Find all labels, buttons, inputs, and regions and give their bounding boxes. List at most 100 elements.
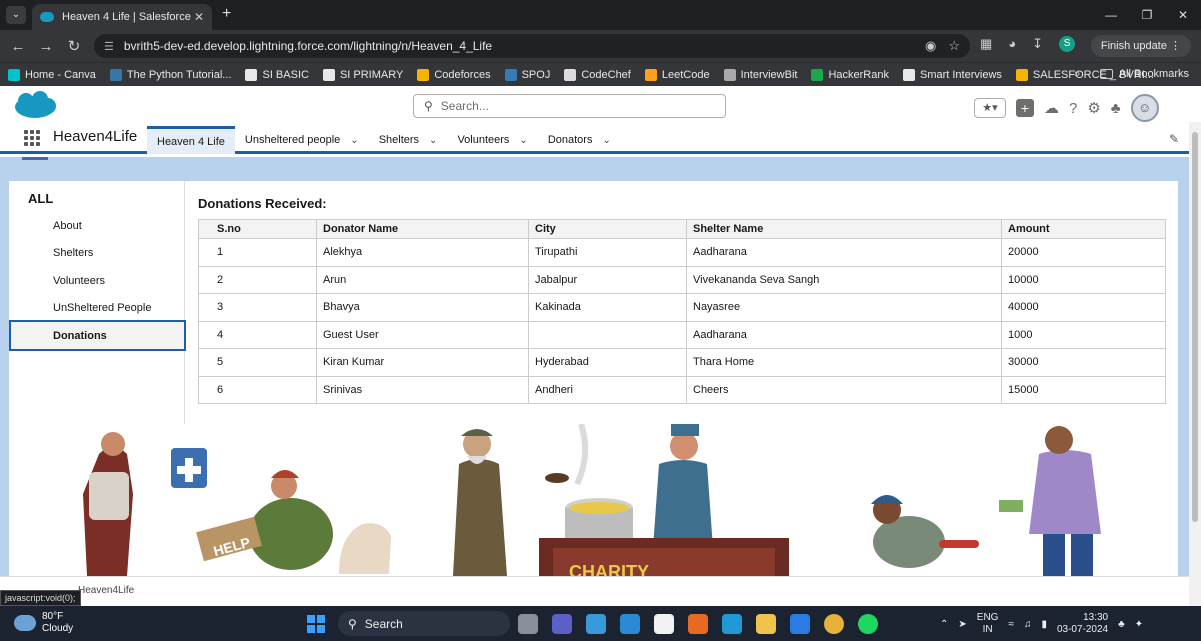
bookmark-label: CodeChef (581, 68, 631, 81)
bookmark-item[interactable]: SI BASIC (245, 68, 309, 81)
finish-update-button[interactable]: Finish update ⋮ (1090, 35, 1191, 57)
bookmark-star-icon[interactable]: ☆ (948, 38, 960, 54)
chevron-down-icon[interactable]: ⌄ (350, 135, 358, 146)
weather-widget[interactable]: 80°F Cloudy (14, 611, 73, 635)
more-bookmarks-icon[interactable]: » (1074, 68, 1080, 80)
site-info-icon[interactable]: ☰ (104, 40, 114, 53)
firefox-icon[interactable] (688, 614, 708, 634)
notification-bell-icon[interactable]: ♣ (1118, 619, 1125, 630)
volume-icon[interactable]: ♫ (1024, 619, 1032, 630)
utility-bar (0, 576, 1189, 606)
outlook-icon[interactable] (790, 614, 810, 634)
battery-icon[interactable]: ▮ (1041, 619, 1047, 630)
tab-donators[interactable]: Donators ⌄ (538, 126, 621, 154)
bookmark-item[interactable]: CodeChef (564, 68, 631, 81)
app-launcher-icon[interactable] (24, 130, 40, 146)
table-cell: 4 (198, 320, 317, 349)
global-search-input[interactable]: ⚲ Search... (413, 94, 726, 118)
sidebar-item-shelters[interactable]: Shelters (53, 247, 93, 259)
store-icon[interactable] (654, 614, 674, 634)
table-cell: Andheri (528, 375, 687, 404)
setup-gear-icon[interactable]: ⚙ (1087, 99, 1100, 117)
taskbar-apps (518, 614, 878, 634)
sidebar-item-volunteers[interactable]: Volunteers (53, 275, 105, 287)
task-view-icon[interactable] (518, 614, 538, 634)
copilot-icon[interactable]: ✦ (1135, 619, 1143, 630)
wifi-icon[interactable]: ≈ (1008, 619, 1014, 630)
sidebar-item-about[interactable]: About (53, 220, 82, 232)
bookmark-item[interactable]: The Python Tutorial... (109, 68, 231, 81)
close-window-icon[interactable]: ✕ (1165, 0, 1201, 30)
salesforce-logo-icon[interactable] (12, 90, 58, 122)
table-cell: 40000 (1001, 293, 1166, 322)
reload-icon[interactable]: ↻ (60, 37, 88, 55)
page-scrollbar[interactable] (1189, 122, 1201, 606)
language-indicator[interactable]: ENG IN (977, 612, 999, 636)
bookmark-item[interactable]: Home - Canva (8, 68, 96, 81)
tab-search-button[interactable]: ⌄ (6, 6, 26, 24)
notifications-bell-icon[interactable]: ♣ (1111, 100, 1121, 117)
sidebar-item-donations[interactable]: Donations (9, 320, 186, 351)
table-cell: Srinivas (316, 375, 529, 404)
back-icon[interactable]: ← (4, 38, 32, 55)
new-tab-icon[interactable]: + (222, 5, 231, 23)
bookmarks-bar: Home - Canva The Python Tutorial... SI BAS… (0, 62, 1201, 86)
tab-shelters[interactable]: Shelters ⌄ (369, 126, 448, 154)
sidebar-item-unsheltered-people[interactable]: UnSheltered People (53, 302, 151, 314)
tab-label: Volunteers (457, 134, 510, 146)
table-cell: 5 (198, 348, 317, 377)
favorites-star-icon[interactable]: ★▾ (974, 98, 1006, 118)
chevron-down-icon[interactable]: ⌄ (602, 135, 610, 146)
edit-nav-pencil-icon[interactable]: ✎ (1169, 132, 1179, 146)
tab-heaven-4-life[interactable]: Heaven 4 Life (147, 126, 235, 154)
table-cell: Jabalpur (528, 265, 687, 294)
scrollbar-thumb[interactable] (1192, 132, 1198, 522)
chevron-down-icon[interactable]: ⌄ (429, 135, 437, 146)
spotify-icon[interactable] (858, 614, 878, 634)
browser-tab[interactable]: Heaven 4 Life | Salesforce ✕ (32, 4, 212, 30)
vscode-icon[interactable] (620, 614, 640, 634)
file-explorer-icon[interactable] (756, 614, 776, 634)
restore-icon[interactable]: ❐ (1129, 0, 1165, 30)
bookmark-item[interactable]: HackerRank (811, 68, 889, 81)
minimize-icon[interactable]: — (1093, 0, 1129, 30)
finish-update-label: Finish update (1100, 40, 1167, 52)
bookmark-item[interactable]: LeetCode (644, 68, 710, 81)
bookmark-favicon-icon (1015, 68, 1028, 81)
bookmark-item[interactable]: SPOJ (504, 68, 550, 81)
all-bookmarks-label: All Bookmarks (1118, 68, 1189, 80)
table-cell (528, 320, 687, 349)
bookmark-item[interactable]: Codeforces (417, 68, 491, 81)
all-bookmarks-button[interactable]: All Bookmarks (1099, 68, 1189, 80)
teams-icon[interactable] (552, 614, 572, 634)
url-bar[interactable]: ☰ bvrith5-dev-ed.develop.lightning.force… (94, 34, 970, 58)
tab-unsheltered-people[interactable]: Unsheltered people ⌄ (235, 126, 369, 154)
user-avatar[interactable]: ☺ (1130, 94, 1159, 122)
download-icon[interactable]: ↧ (1032, 36, 1043, 52)
send-icon[interactable]: ➤ (958, 619, 966, 630)
taskbar-search[interactable]: ⚲ Search (338, 611, 510, 636)
help-icon[interactable]: ? (1069, 100, 1077, 117)
forward-icon[interactable]: → (32, 38, 60, 55)
chevron-down-icon[interactable]: ⌄ (519, 135, 527, 146)
clock[interactable]: 13:30 03-07-2024 (1057, 612, 1108, 636)
bookmark-item[interactable]: InterviewBit (723, 68, 797, 81)
bookmark-item[interactable]: SI PRIMARY (322, 68, 403, 81)
close-tab-icon[interactable]: ✕ (194, 10, 204, 24)
table-cell: 3 (198, 293, 317, 322)
extensions-icon[interactable]: ▦ (980, 36, 992, 52)
table-cell: Arun (316, 265, 529, 294)
bookmark-item[interactable]: Smart Interviews (902, 68, 1002, 81)
tab-volunteers[interactable]: Volunteers ⌄ (447, 126, 537, 154)
trailhead-icon[interactable]: ☁ (1044, 99, 1059, 117)
chrome-icon[interactable] (824, 614, 844, 634)
tray-chevron-icon[interactable]: ⌃ (940, 619, 948, 630)
sync-icon[interactable]: ◕ (1008, 36, 1016, 52)
eye-icon[interactable]: ◉ (925, 38, 936, 54)
start-windows-icon[interactable] (307, 615, 325, 633)
profile-avatar[interactable]: S (1059, 36, 1076, 52)
edge-icon[interactable] (722, 614, 742, 634)
global-actions-plus-icon[interactable]: + (1016, 99, 1034, 117)
app-navigation-bar: Heaven4Life Heaven 4 Life Unsheltered peo… (0, 126, 1201, 154)
mydraft-icon[interactable] (586, 614, 606, 634)
